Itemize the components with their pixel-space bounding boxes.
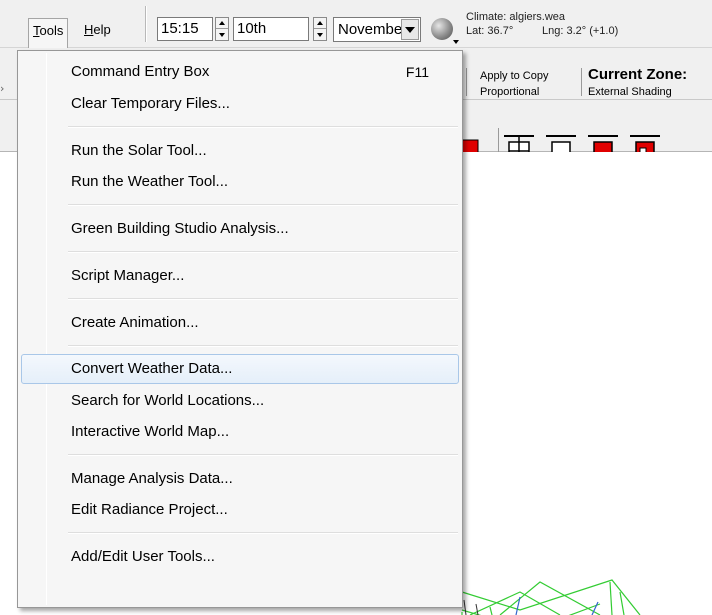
shortcut-label: F11 — [405, 64, 429, 80]
menu-item-add-edit-user-tools[interactable]: Add/Edit User Tools... — [21, 542, 459, 572]
menu-item-search-world-locations[interactable]: Search for World Locations... — [21, 386, 459, 416]
menu-help-accel: H — [84, 22, 94, 37]
menu-item-run-weather-tool[interactable]: Run the Weather Tool... — [21, 167, 459, 197]
globe-icon[interactable] — [431, 18, 453, 40]
spin-up-icon[interactable] — [314, 18, 326, 29]
month-value: November — [338, 21, 408, 38]
day-spinner[interactable] — [313, 17, 327, 41]
menu-item-script-manager[interactable]: Script Manager... — [21, 261, 459, 291]
menu-item-label: Script Manager... — [71, 267, 185, 284]
menu-tools[interactable]: Tools — [28, 18, 69, 48]
menu-item-create-animation[interactable]: Create Animation... — [21, 308, 459, 338]
month-select[interactable]: November — [333, 17, 421, 42]
top-toolbar: Tools Help 15:15 10th November Climate: … — [0, 0, 712, 48]
time-input[interactable]: 15:15 — [157, 17, 213, 41]
proportional-toggle[interactable]: Proportional — [480, 85, 539, 99]
menu-item-clear-temporary-files[interactable]: Clear Temporary Files... — [21, 89, 459, 119]
menu-separator — [68, 204, 458, 206]
menu-item-green-building-studio[interactable]: Green Building Studio Analysis... — [21, 214, 459, 244]
menu-item-label: Interactive World Map... — [71, 423, 230, 440]
toolbar-separator — [145, 6, 147, 42]
current-zone-label: Current Zone: — [588, 66, 688, 83]
spin-up-icon[interactable] — [216, 18, 228, 29]
menu-item-label: Create Animation... — [71, 314, 199, 331]
current-zone-value[interactable]: External Shading — [588, 85, 672, 99]
dropdown-arrow-icon[interactable] — [453, 40, 459, 44]
menu-item-label: Edit Radiance Project... — [71, 501, 228, 518]
menu-item-label: Command Entry Box — [71, 63, 210, 80]
menu-separator — [68, 454, 458, 456]
menu-item-label: Search for World Locations... — [71, 392, 265, 409]
menu-separator — [68, 345, 458, 347]
toolbar-separator — [581, 68, 582, 96]
climate-info: Climate: algiers.wea Lat: 36.7° Lng: 3.2… — [466, 10, 618, 37]
tools-menu: Command Entry Box F11 Clear Temporary Fi… — [17, 50, 463, 608]
day-input[interactable]: 10th — [233, 17, 309, 41]
menu-item-label: Add/Edit User Tools... — [71, 548, 215, 565]
collapsed-panel-arrow-icon[interactable]: › — [0, 82, 4, 95]
climate-lng: Lng: 3.2° (+1.0) — [542, 25, 619, 37]
climate-file: Climate: algiers.wea — [466, 11, 566, 23]
menu-item-label: Clear Temporary Files... — [71, 95, 230, 112]
menu-separator — [68, 298, 458, 300]
climate-lat: Lat: 36.7° — [466, 25, 514, 37]
chevron-down-icon[interactable] — [401, 19, 419, 40]
menu-item-command-entry-box[interactable]: Command Entry Box F11 — [21, 57, 459, 87]
menu-tools-label: ools — [39, 23, 64, 38]
menu-help-label: elp — [93, 22, 111, 37]
menu-item-label: Run the Solar Tool... — [71, 142, 207, 159]
menu-item-edit-radiance-project[interactable]: Edit Radiance Project... — [21, 495, 459, 525]
menu-item-run-solar-tool[interactable]: Run the Solar Tool... — [21, 136, 459, 166]
apply-to-copy-toggle[interactable]: Apply to Copy — [480, 69, 548, 83]
menu-item-manage-analysis-data[interactable]: Manage Analysis Data... — [21, 464, 459, 494]
menu-separator — [68, 251, 458, 253]
menu-item-label: Manage Analysis Data... — [71, 470, 233, 487]
menu-item-convert-weather-data[interactable]: Convert Weather Data... — [21, 354, 459, 384]
spin-down-icon[interactable] — [314, 29, 326, 40]
spin-down-icon[interactable] — [216, 29, 228, 40]
time-spinner[interactable] — [215, 17, 229, 41]
menu-item-label: Green Building Studio Analysis... — [71, 220, 289, 237]
menu-item-label: Convert Weather Data... — [71, 360, 233, 377]
menu-separator — [68, 126, 458, 128]
menu-item-label: Run the Weather Tool... — [71, 173, 229, 190]
menu-item-interactive-world-map[interactable]: Interactive World Map... — [21, 417, 459, 447]
menu-help[interactable]: Help — [80, 18, 115, 42]
toolbar-separator — [466, 68, 467, 96]
menu-separator — [68, 532, 458, 534]
